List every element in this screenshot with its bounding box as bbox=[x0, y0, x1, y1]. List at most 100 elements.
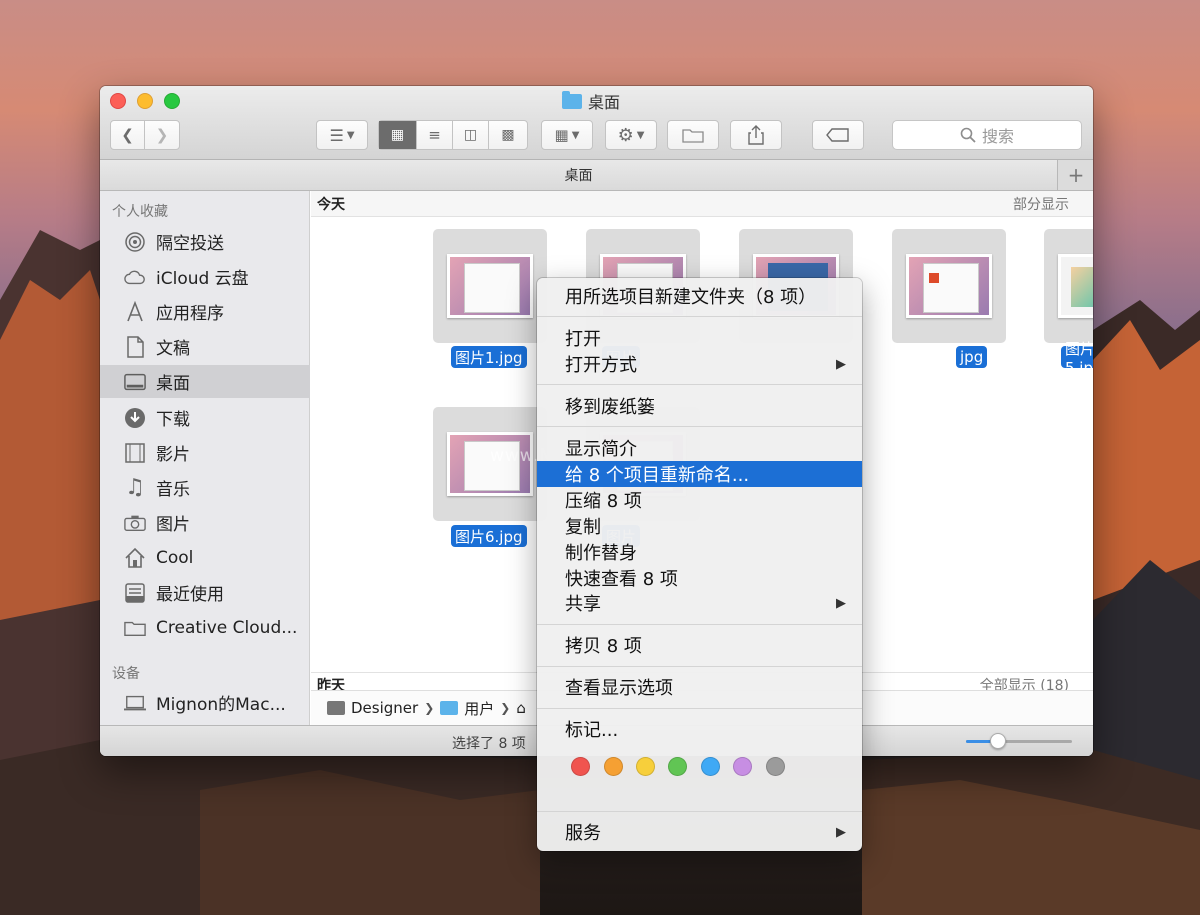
icon-size-slider[interactable] bbox=[966, 740, 1072, 743]
close-button[interactable] bbox=[110, 93, 126, 109]
search-icon bbox=[960, 127, 976, 143]
new-tab-button[interactable]: + bbox=[1059, 160, 1093, 190]
menu-item-tags[interactable]: 标记... bbox=[537, 716, 862, 742]
sidebar-item-label: 文稿 bbox=[156, 339, 190, 359]
search-field[interactable]: 搜索 bbox=[892, 120, 1082, 150]
sidebar-item-icloud[interactable]: iCloud 云盘 bbox=[100, 260, 310, 293]
sidebar-item-home[interactable]: Cool bbox=[100, 541, 310, 574]
menu-item-get-info[interactable]: 显示简介 bbox=[537, 435, 862, 461]
tag-red-dot[interactable] bbox=[571, 757, 590, 776]
menu-item-view-options[interactable]: 查看显示选项 bbox=[537, 674, 862, 700]
menu-item-copy[interactable]: 拷贝 8 项 bbox=[537, 632, 862, 658]
column-view-button[interactable]: ◫ bbox=[453, 121, 489, 149]
documents-icon bbox=[124, 335, 146, 358]
arrange-button[interactable]: ☰ ▼ bbox=[316, 120, 368, 150]
home-icon: ⌂ bbox=[516, 699, 526, 717]
sidebar-item-label: 最近使用 bbox=[156, 585, 224, 605]
menu-item-make-alias[interactable]: 制作替身 bbox=[537, 539, 862, 565]
sidebar-item-desktop[interactable]: 桌面 bbox=[100, 365, 310, 398]
chevron-down-icon: ▼ bbox=[346, 129, 355, 141]
menu-item-rename[interactable]: 给 8 个项目重新命名... bbox=[537, 461, 862, 487]
menu-item-label: 服务 bbox=[565, 823, 601, 844]
action-button[interactable]: ⚙ ▼ bbox=[605, 120, 657, 150]
chevron-right-icon: ❯ bbox=[424, 701, 435, 715]
sidebar-item-music[interactable]: ♫ 音乐 bbox=[100, 471, 310, 504]
back-button[interactable]: ❮ bbox=[111, 121, 146, 149]
file-thumbnail[interactable] bbox=[1044, 229, 1093, 343]
menu-item-quick-look[interactable]: 快速查看 8 项 bbox=[537, 565, 862, 591]
image-preview bbox=[1058, 254, 1093, 318]
file-name[interactable]: 图片1.jpg bbox=[451, 346, 527, 368]
sidebar-item-label: 影片 bbox=[156, 445, 190, 465]
sidebar-item-label: Mignon的Mac... bbox=[156, 695, 286, 715]
sidebar-item-movies[interactable]: 影片 bbox=[100, 436, 310, 469]
sidebar-item-pictures[interactable]: 图片 bbox=[100, 506, 310, 539]
sidebar-item-applications[interactable]: 应用程序 bbox=[100, 295, 310, 328]
menu-separator bbox=[537, 426, 862, 427]
menu-item-move-to-trash[interactable]: 移到废纸篓 bbox=[537, 393, 862, 419]
path-item[interactable]: 用户 bbox=[464, 698, 494, 719]
menu-item-label: 打开方式 bbox=[565, 355, 637, 376]
menu-item-open[interactable]: 打开 bbox=[537, 325, 862, 351]
menu-item-duplicate[interactable]: 复制 bbox=[537, 513, 862, 539]
menu-item-label: 用所选项目新建文件夹（8 项） bbox=[565, 287, 817, 308]
tag-blue-dot[interactable] bbox=[701, 757, 720, 776]
tag-purple-dot[interactable] bbox=[733, 757, 752, 776]
selection-status: 选择了 8 项 bbox=[452, 736, 526, 752]
group-button[interactable]: ▦ ▼ bbox=[541, 120, 593, 150]
menu-item-share[interactable]: 共享 ▶ bbox=[537, 590, 862, 616]
back-forward-buttons: ❮ ❯ bbox=[110, 120, 180, 150]
menu-item-services[interactable]: 服务 ▶ bbox=[537, 819, 862, 845]
favorites-header: 个人收藏 bbox=[112, 204, 168, 220]
download-icon bbox=[124, 407, 146, 429]
sidebar-item-label: iCloud 云盘 bbox=[156, 269, 249, 289]
sidebar-item-creative-cloud[interactable]: Creative Cloud... bbox=[100, 611, 310, 644]
sidebar-item-label: 桌面 bbox=[156, 374, 190, 394]
minimize-button[interactable] bbox=[137, 93, 153, 109]
sidebar-item-airdrop[interactable]: 隔空投送 bbox=[100, 225, 310, 258]
file-thumbnail[interactable] bbox=[892, 229, 1006, 343]
forward-button[interactable]: ❯ bbox=[145, 121, 179, 149]
menu-item-label: 复制 bbox=[565, 517, 601, 538]
camera-icon bbox=[124, 512, 146, 534]
show-partial-link[interactable]: 部分显示 bbox=[1013, 194, 1069, 214]
new-folder-button[interactable] bbox=[667, 120, 719, 150]
cover-flow-button[interactable]: ▩ bbox=[489, 121, 527, 149]
menu-separator bbox=[537, 811, 862, 812]
title-bar: 桌面 ❮ ❯ ☰ ▼ ▦ ≡ ◫ ▩ ▦ ▼ ⚙ ▼ 搜索 bbox=[100, 86, 1093, 160]
path-item[interactable]: Designer bbox=[351, 699, 418, 717]
tag-gray-dot[interactable] bbox=[766, 757, 785, 776]
tab-desktop[interactable]: 桌面 bbox=[100, 160, 1058, 190]
list-view-button[interactable]: ≡ bbox=[417, 121, 453, 149]
file-name[interactable]: jpg bbox=[956, 346, 988, 368]
tag-green-dot[interactable] bbox=[668, 757, 687, 776]
submenu-arrow-icon: ▶ bbox=[836, 824, 846, 840]
zoom-button[interactable] bbox=[164, 93, 180, 109]
submenu-arrow-icon: ▶ bbox=[836, 595, 846, 611]
file-name[interactable]: 图片6.jpg bbox=[451, 525, 527, 547]
share-button[interactable] bbox=[730, 120, 782, 150]
chevron-down-icon: ▼ bbox=[571, 129, 580, 141]
sidebar-item-downloads[interactable]: 下载 bbox=[100, 401, 310, 434]
slider-knob[interactable] bbox=[989, 733, 1006, 749]
airdrop-icon bbox=[124, 231, 146, 253]
tag-button[interactable] bbox=[812, 120, 864, 150]
grid-group-icon: ▦ bbox=[554, 126, 569, 144]
sidebar-item-recents[interactable]: 最近使用 bbox=[100, 576, 310, 609]
menu-item-new-folder-with-selection[interactable]: 用所选项目新建文件夹（8 项） bbox=[537, 283, 862, 309]
search-placeholder: 搜索 bbox=[981, 127, 1014, 146]
sidebar-item-documents[interactable]: 文稿 bbox=[100, 330, 310, 363]
home-icon bbox=[124, 547, 146, 569]
file-name[interactable]: 图片5.jpg bbox=[1061, 340, 1093, 377]
gear-icon: ⚙ bbox=[617, 124, 634, 146]
icon-view-button[interactable]: ▦ bbox=[379, 121, 417, 149]
list-arrange-icon: ☰ bbox=[329, 125, 344, 145]
share-icon bbox=[748, 125, 764, 145]
sidebar-item-label: 图片 bbox=[156, 515, 190, 535]
menu-item-compress[interactable]: 压缩 8 项 bbox=[537, 487, 862, 513]
file-thumbnail[interactable] bbox=[433, 229, 547, 343]
tag-yellow-dot[interactable] bbox=[636, 757, 655, 776]
tag-orange-dot[interactable] bbox=[604, 757, 623, 776]
sidebar-item-mac[interactable]: Mignon的Mac... bbox=[100, 686, 310, 719]
menu-item-open-with[interactable]: 打开方式 ▶ bbox=[537, 351, 862, 377]
